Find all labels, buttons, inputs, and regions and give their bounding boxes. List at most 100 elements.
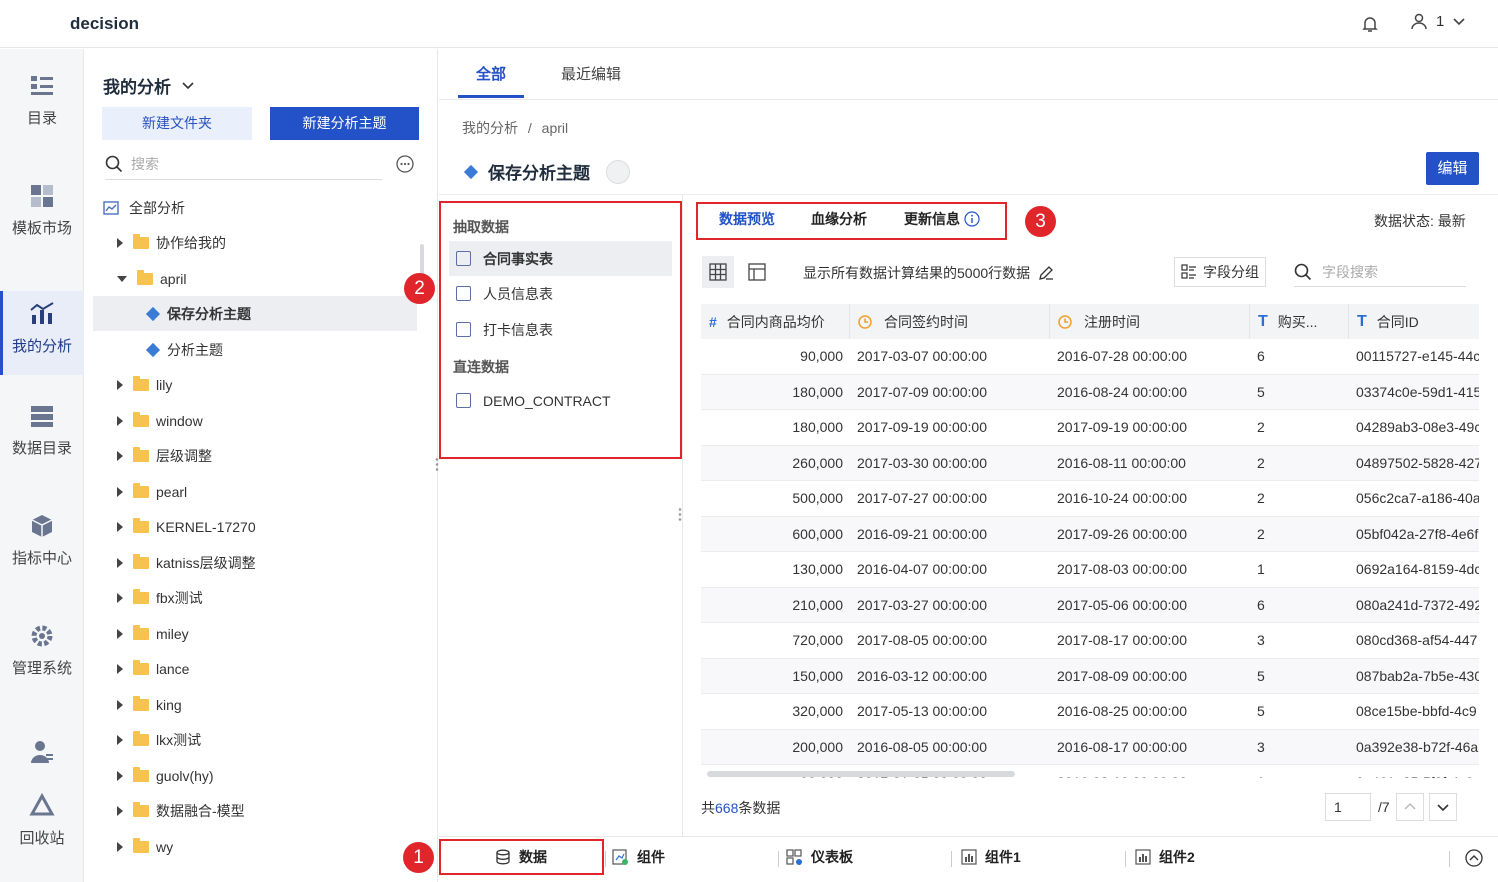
field-group-button[interactable]: 字段分组 <box>1174 257 1266 287</box>
table-cell: 2016-08-24 00:00:00 <box>1057 383 1187 400</box>
nav-my-analysis[interactable]: 我的分析 <box>0 291 84 375</box>
breadcrumb-item[interactable]: april <box>542 120 568 136</box>
table-cell: 2017-09-19 00:00:00 <box>857 419 987 435</box>
table-row[interactable]: 260,000 2017-03-30 00:00:00 2016-08-11 00:… <box>701 445 1479 481</box>
table-row[interactable]: 320,000 2017-05-13 00:00:00 2016-08-25 00:… <box>701 694 1479 730</box>
breadcrumb-item[interactable]: 我的分析 <box>462 120 518 136</box>
bottom-tab-component1[interactable]: 组件1 <box>961 847 1021 867</box>
table-row[interactable]: 130,000 2016-04-07 00:00:00 2017-08-03 00:… <box>701 552 1479 588</box>
table-row[interactable]: 150,000 2016-03-12 00:00:00 2017-08-09 00:… <box>701 658 1479 694</box>
tree-label: fbx测试 <box>156 589 203 606</box>
tree-item[interactable]: lily <box>93 367 417 402</box>
tree-root[interactable]: 全部分析 <box>93 190 417 225</box>
edit-button[interactable]: 编辑 <box>1426 152 1479 185</box>
tree-item[interactable]: fbx测试 <box>93 580 417 615</box>
highlight-box-2 <box>439 201 682 459</box>
collapse-up-icon[interactable] <box>1465 849 1483 867</box>
table-row[interactable]: 180,000 2017-07-09 00:00:00 2016-08-24 00:… <box>701 374 1479 410</box>
column-header[interactable]: T 购买... <box>1250 304 1349 339</box>
tree-item[interactable]: KERNEL-17270 <box>93 509 417 544</box>
table-row[interactable]: 500,000 2017-07-27 00:00:00 2016-10-24 00:… <box>701 481 1479 517</box>
edit-pencil-icon[interactable] <box>1038 265 1054 281</box>
divider <box>605 851 606 867</box>
tree-item[interactable]: april <box>93 261 417 296</box>
table-cell: 500,000 <box>792 490 843 506</box>
tree-item[interactable]: 层级调整 <box>93 438 417 473</box>
tree-item[interactable]: miley <box>93 616 417 651</box>
prev-page-button[interactable] <box>1396 793 1424 821</box>
divider <box>951 851 952 867</box>
tree-item[interactable]: 数据融合-模型 <box>93 793 417 828</box>
tree-item[interactable]: lance <box>93 651 417 686</box>
chevron-down-icon <box>182 81 194 89</box>
nav-template-market[interactable]: 模板市场 <box>0 183 84 267</box>
bell-icon[interactable] <box>1360 14 1380 34</box>
nav-user-manage[interactable] <box>0 739 84 779</box>
column-header[interactable]: # 合同内商品均价 <box>701 304 850 339</box>
component-icon <box>1135 849 1151 865</box>
tree-label: lily <box>156 376 173 393</box>
chevron-down-icon <box>1437 804 1449 812</box>
collaborator-avatar[interactable] <box>606 159 630 184</box>
table-cell: 180,000 <box>792 383 843 400</box>
table-cell: 6 <box>1257 596 1265 613</box>
nav-label: 模板市场 <box>11 220 72 237</box>
column-header[interactable]: 合同签约时间 <box>850 304 1050 339</box>
bottom-tab-dashboard[interactable]: 仪表板 <box>786 847 853 867</box>
table-row[interactable]: 180,000 2017-09-19 00:00:00 2017-09-19 00:… <box>701 410 1479 446</box>
tree-item[interactable]: lkx测试 <box>93 722 417 757</box>
left-nav: 目录 模板市场 我的分析 数据目录 指标中心 管理系统 回收站 <box>0 49 84 882</box>
page-input[interactable]: 1 <box>1325 793 1371 821</box>
tree-item[interactable]: window <box>93 403 417 438</box>
user-menu[interactable]: 1 <box>1410 12 1466 30</box>
table-cell: 2 <box>1257 490 1265 506</box>
tree-item[interactable]: king <box>93 687 417 722</box>
nav-label: 管理系统 <box>11 660 72 677</box>
column-header[interactable]: 注册时间 <box>1050 304 1250 339</box>
tree-item[interactable]: katniss层级调整 <box>93 545 417 580</box>
tab-recent[interactable]: 最近编辑 <box>561 63 621 84</box>
layout-view-button[interactable] <box>741 256 773 288</box>
tree-search-input[interactable]: 搜索 <box>105 149 382 180</box>
table-row[interactable]: 210,000 2017-03-27 00:00:00 2017-05-06 00:… <box>701 587 1479 623</box>
new-subject-button[interactable]: 新建分析主题 <box>270 107 419 140</box>
table-row[interactable]: 720,000 2017-08-05 00:00:00 2017-08-17 00:… <box>701 623 1479 659</box>
table-row[interactable]: 90,000 2017-03-07 00:00:00 2016-07-28 00:0… <box>701 339 1479 375</box>
table-row[interactable]: 200,000 2016-08-05 00:00:00 2016-08-17 00:… <box>701 729 1479 765</box>
table-cell: 3 <box>1257 738 1265 755</box>
nav-label: 回收站 <box>19 830 65 847</box>
breadcrumb-separator: / <box>527 120 532 136</box>
resize-handle-icon[interactable] <box>678 507 682 523</box>
nav-catalog[interactable]: 目录 <box>0 73 84 157</box>
tree-item[interactable]: guolv(hy) <box>93 758 417 793</box>
next-page-button[interactable] <box>1429 793 1457 821</box>
nav-admin[interactable]: 管理系统 <box>0 623 84 707</box>
tree-item[interactable]: 协作给我的 <box>93 225 417 260</box>
count-prefix: 共 <box>701 800 715 816</box>
table-cell: 2016-10-24 00:00:00 <box>1057 490 1187 506</box>
grid-view-button[interactable] <box>702 256 734 288</box>
nav-recycle-bin[interactable]: 回收站 <box>0 793 84 877</box>
expand-arrow-icon <box>117 841 123 852</box>
column-header[interactable]: T 合同ID <box>1349 304 1479 339</box>
field-search-input[interactable]: 字段搜索 <box>1294 257 1466 287</box>
tree-header[interactable]: 我的分析 <box>103 73 195 98</box>
tree-item[interactable]: wy <box>93 829 417 864</box>
bottom-tab-component2[interactable]: 组件2 <box>1135 847 1195 867</box>
nav-metric-center[interactable]: 指标中心 <box>0 513 84 597</box>
tree-item-selected[interactable]: 保存分析主题 <box>93 296 417 331</box>
tree-label: 数据融合-模型 <box>156 802 245 819</box>
grid-horizontal-scrollbar[interactable] <box>707 771 1015 777</box>
tree-item[interactable]: 分析主题 <box>93 332 417 367</box>
analysis-tree-panel: 我的分析 新建文件夹 新建分析主题 搜索 全部分析 协作给我的 april 保存… <box>85 49 438 882</box>
nav-data-catalog[interactable]: 数据目录 <box>0 403 84 487</box>
tree-item[interactable]: pearl <box>93 474 417 509</box>
more-icon[interactable] <box>396 155 414 173</box>
bottom-tab-component[interactable]: 组件 <box>612 847 665 867</box>
new-folder-button[interactable]: 新建文件夹 <box>102 107 252 140</box>
resize-handle-icon[interactable] <box>435 457 439 473</box>
tab-all[interactable]: 全部 <box>476 63 506 84</box>
expand-arrow-icon <box>117 699 123 710</box>
table-row[interactable]: 600,000 2016-09-21 00:00:00 2017-09-26 00:… <box>701 516 1479 552</box>
column-name: 合同内商品均价 <box>726 313 825 330</box>
